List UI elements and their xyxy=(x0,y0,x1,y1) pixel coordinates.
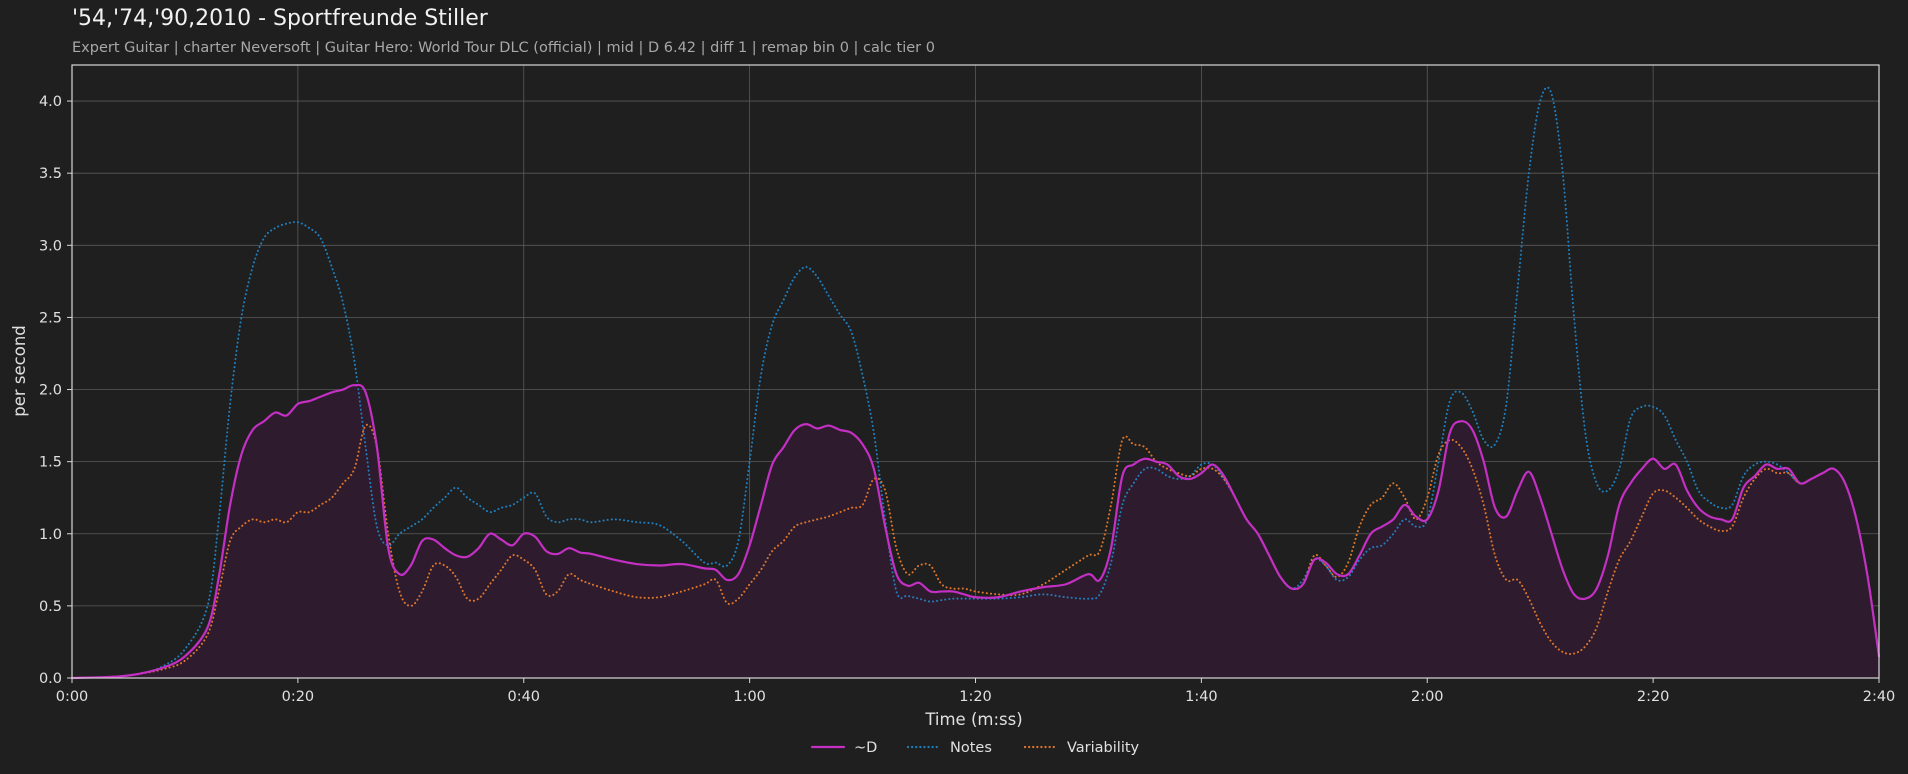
x-tick-label: 0:20 xyxy=(282,689,315,705)
y-tick-label: 2.5 xyxy=(39,310,62,326)
y-tick-label: 3.0 xyxy=(39,238,62,254)
x-tick-label: 0:00 xyxy=(56,689,89,705)
x-tick-label: 2:20 xyxy=(1637,689,1670,705)
x-tick-label: 2:40 xyxy=(1863,689,1896,705)
y-tick-label: 4.0 xyxy=(39,94,62,110)
legend: ~D Notes Variability xyxy=(810,740,1140,756)
x-tick-label: 1:00 xyxy=(733,689,766,705)
x-tick-label: 1:40 xyxy=(1185,689,1218,705)
y-tick-label: 0.0 xyxy=(39,671,62,687)
y-tick-label: 1.0 xyxy=(39,527,62,543)
y-axis-label: per second xyxy=(10,325,29,417)
y-tick-label: 0.5 xyxy=(39,599,62,615)
chart-canvas: 0:00 0:20 0:40 1:00 1:20 1:40 2:00 2:20 2:40 0.0… xyxy=(10,64,1896,756)
legend-entry-d-label: ~D xyxy=(854,740,877,756)
y-tick-label: 1.5 xyxy=(39,455,62,471)
y-tick-label: 2.0 xyxy=(39,383,62,399)
y-tick-label: 3.5 xyxy=(39,166,62,182)
x-axis-label: Time (m:ss) xyxy=(924,710,1022,729)
x-tick-label: 0:40 xyxy=(507,689,540,705)
y-axis-ticks: 0.0 0.5 1.0 1.5 2.0 2.5 3.0 3.5 4.0 xyxy=(39,94,72,687)
x-tick-label: 1:20 xyxy=(959,689,992,705)
x-tick-label: 2:00 xyxy=(1411,689,1444,705)
x-axis-ticks: 0:00 0:20 0:40 1:00 1:20 1:40 2:00 2:20 2:40 xyxy=(56,678,1896,705)
legend-entry-notes-label: Notes xyxy=(950,740,992,756)
legend-entry-variability-label: Variability xyxy=(1067,740,1140,756)
